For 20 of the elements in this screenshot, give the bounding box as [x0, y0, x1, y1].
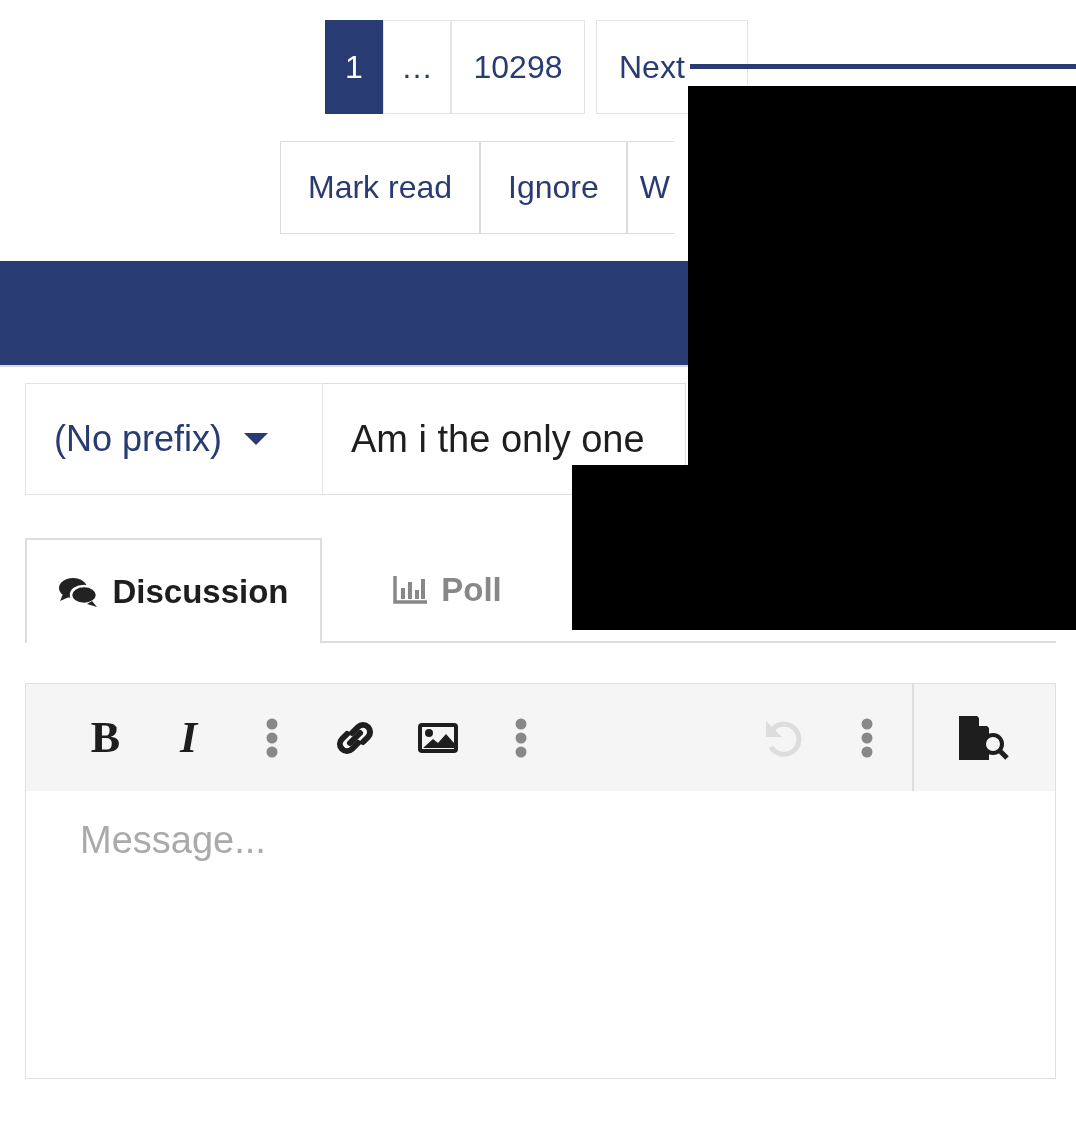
more-icon: [265, 717, 278, 758]
more-icon: [514, 717, 527, 758]
chat-bubbles-icon: [58, 575, 99, 608]
preview-icon: [958, 715, 1011, 760]
bar-chart-icon: [393, 575, 428, 604]
page-button[interactable]: 10298: [451, 20, 585, 114]
action-button[interactable]: Mark read: [280, 141, 481, 234]
title-field[interactable]: Am i the only one: [323, 383, 686, 495]
bold-button[interactable]: B: [64, 684, 147, 791]
page-button[interactable]: …: [383, 20, 451, 114]
caret-icon: [244, 433, 269, 445]
more-icon: [860, 717, 873, 758]
action-button[interactable]: W: [626, 141, 674, 234]
message-field[interactable]: Message...: [25, 791, 1056, 1079]
italic-button[interactable]: I: [147, 684, 230, 791]
prefix-dropdown[interactable]: (No prefix): [25, 383, 323, 495]
action-button[interactable]: Ignore: [480, 141, 627, 234]
page-button[interactable]: 1: [325, 20, 383, 114]
image-icon: [416, 721, 459, 754]
tab[interactable]: Discussion: [25, 538, 322, 643]
